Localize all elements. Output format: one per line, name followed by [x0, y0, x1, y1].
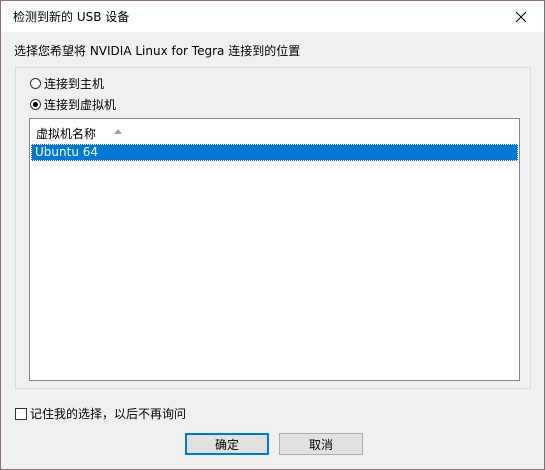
connect-to-vm-option[interactable]: 连接到虚拟机: [30, 96, 116, 113]
dialog-title: 检测到新的 USB 设备: [13, 10, 130, 24]
connect-to-vm-label: 连接到虚拟机: [44, 98, 117, 112]
vm-list-item[interactable]: Ubuntu 64: [31, 144, 518, 161]
remember-choice-option[interactable]: 记住我的选择，以后不再询问: [15, 405, 186, 422]
close-button[interactable]: [498, 1, 544, 32]
connection-options-group: 连接到主机 连接到虚拟机 虚拟机名称 Ubuntu 64: [15, 67, 531, 389]
connect-to-host-label: 连接到主机: [44, 77, 105, 91]
remember-choice-label: 记住我的选择，以后不再询问: [30, 407, 187, 421]
vm-list-header[interactable]: 虚拟机名称: [30, 119, 519, 143]
connect-to-vm-radio[interactable]: [30, 99, 41, 110]
connect-to-host-option[interactable]: 连接到主机: [30, 75, 104, 92]
usb-detected-dialog: 检测到新的 USB 设备 选择您希望将 NVIDIA Linux for Teg…: [0, 0, 545, 470]
cancel-button[interactable]: 取消: [279, 433, 363, 455]
remember-choice-checkbox[interactable]: [15, 407, 27, 420]
vm-name-column-header[interactable]: 虚拟机名称: [36, 125, 96, 142]
vm-list[interactable]: 虚拟机名称 Ubuntu 64: [29, 118, 520, 381]
prompt-text: 选择您希望将 NVIDIA Linux for Tegra 连接到的位置: [14, 44, 301, 58]
ok-button[interactable]: 确定: [185, 433, 269, 455]
connect-to-host-radio[interactable]: [30, 78, 41, 89]
close-icon: [515, 11, 527, 22]
title-bar: 检测到新的 USB 设备: [1, 1, 544, 32]
sort-ascending-icon: [114, 129, 122, 134]
